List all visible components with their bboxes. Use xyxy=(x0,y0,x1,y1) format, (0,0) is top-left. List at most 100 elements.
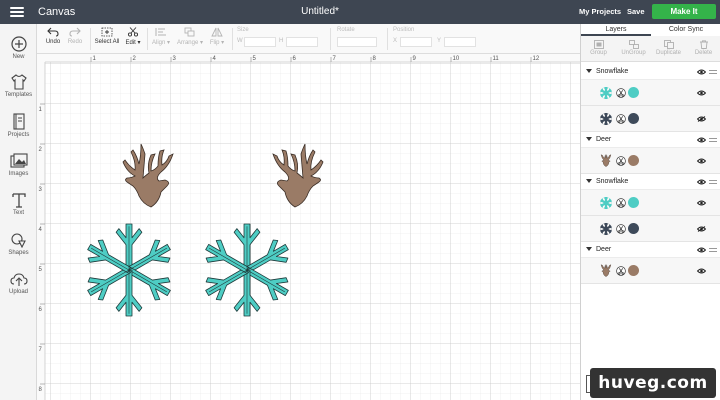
color-swatch[interactable] xyxy=(628,265,639,276)
eye-off-icon xyxy=(696,226,707,232)
layer-thumbnail xyxy=(599,112,613,128)
make-it-button[interactable]: Make It xyxy=(652,4,716,19)
redo-button[interactable]: Redo xyxy=(65,27,85,45)
caret-down-icon[interactable] xyxy=(586,179,592,183)
sidebar-item-new[interactable]: New xyxy=(0,36,37,60)
visibility-toggle[interactable] xyxy=(696,116,707,124)
visibility-toggle[interactable] xyxy=(696,247,707,255)
color-swatch[interactable] xyxy=(628,113,639,124)
drag-handle-icon[interactable] xyxy=(709,70,717,76)
deer-thumbnail xyxy=(600,264,612,277)
sidebar-item-text[interactable]: Text xyxy=(0,192,37,216)
sidebar-item-templates[interactable]: Templates xyxy=(0,74,37,98)
design-canvas[interactable]: 1 2 3 4 5 6 7 8 9 10 11 12 12345678 xyxy=(37,54,580,400)
left-sidebar: New Templates Projects Images Text Shape… xyxy=(0,24,37,400)
layer-row[interactable] xyxy=(581,80,720,106)
sidebar-item-shapes[interactable]: Shapes xyxy=(0,232,37,256)
visibility-toggle[interactable] xyxy=(696,200,707,208)
color-swatch[interactable] xyxy=(628,197,639,208)
tab-color-sync[interactable]: Color Sync xyxy=(651,24,720,36)
toolbar-divider xyxy=(387,28,388,50)
layer-row[interactable] xyxy=(581,148,720,174)
sidebar-item-projects[interactable]: Projects xyxy=(0,113,37,138)
size-height-input[interactable] xyxy=(286,37,318,47)
operation-cut[interactable] xyxy=(616,198,626,210)
rotate-label: Rotate xyxy=(337,27,355,33)
ungroup-button[interactable]: UnGroup xyxy=(616,40,651,56)
eye-icon xyxy=(696,90,707,96)
tab-layers[interactable]: Layers xyxy=(581,24,651,36)
align-menu-button[interactable]: Align ▾ xyxy=(150,27,172,46)
drag-handle-icon[interactable] xyxy=(709,248,717,254)
sidebar-item-upload[interactable]: Upload xyxy=(0,271,37,295)
rotate-input[interactable] xyxy=(337,37,377,47)
chevron-down-icon: ▾ xyxy=(165,40,171,46)
ruler-tick-label: 11 xyxy=(493,56,500,62)
operation-cut[interactable] xyxy=(616,114,626,126)
layer-row[interactable] xyxy=(581,216,720,242)
select-all-button[interactable]: Select All xyxy=(93,27,121,45)
cut-operation-icon xyxy=(616,198,626,208)
cut-operation-icon xyxy=(616,88,626,98)
size-width-input[interactable] xyxy=(244,37,276,47)
operation-cut[interactable] xyxy=(616,88,626,100)
save-button[interactable]: Save xyxy=(627,7,645,16)
cut-operation-icon xyxy=(616,114,626,124)
ungroup-icon xyxy=(628,40,639,49)
layer-group-row[interactable]: Snowflake xyxy=(581,174,720,190)
operation-cut[interactable] xyxy=(616,156,626,168)
layer-group-row[interactable]: Snowflake xyxy=(581,64,720,80)
color-swatch[interactable] xyxy=(628,155,639,166)
layer-thumbnail xyxy=(599,264,613,280)
operation-cut[interactable] xyxy=(616,266,626,278)
size-h-label: H xyxy=(279,38,284,44)
visibility-toggle[interactable] xyxy=(696,137,707,145)
position-x-input[interactable] xyxy=(400,37,432,47)
layer-row[interactable] xyxy=(581,106,720,132)
group-icon xyxy=(593,40,604,49)
layer-group-row[interactable]: Deer xyxy=(581,132,720,148)
operation-cut[interactable] xyxy=(616,224,626,236)
layer-thumbnail xyxy=(599,196,613,212)
visibility-toggle[interactable] xyxy=(696,179,707,187)
visibility-toggle[interactable] xyxy=(696,268,707,276)
document-title[interactable]: Untitled* xyxy=(0,6,640,17)
visibility-toggle[interactable] xyxy=(696,90,707,98)
eye-icon xyxy=(696,137,707,143)
toolbar-divider xyxy=(232,28,233,50)
delete-button[interactable]: Delete xyxy=(686,40,720,56)
caret-down-icon[interactable] xyxy=(586,247,592,251)
visibility-toggle[interactable] xyxy=(696,69,707,77)
sidebar-item-images[interactable]: Images xyxy=(0,153,37,177)
layer-row[interactable] xyxy=(581,190,720,216)
layer-group-row[interactable]: Deer xyxy=(581,242,720,258)
arrange-label: Arrange xyxy=(176,40,199,46)
caret-down-icon[interactable] xyxy=(586,69,592,73)
toolbar-divider xyxy=(147,28,148,50)
visibility-toggle[interactable] xyxy=(696,226,707,234)
eye-off-icon xyxy=(696,116,707,122)
color-swatch[interactable] xyxy=(628,87,639,98)
undo-button[interactable]: Undo xyxy=(43,27,63,45)
position-y-input[interactable] xyxy=(444,37,476,47)
drag-handle-icon[interactable] xyxy=(709,138,717,144)
color-swatch[interactable] xyxy=(628,223,639,234)
ungroup-label: UnGroup xyxy=(621,50,646,56)
size-label: Size xyxy=(237,27,249,33)
layer-row[interactable] xyxy=(581,258,720,284)
visibility-toggle[interactable] xyxy=(696,158,707,166)
images-icon xyxy=(9,153,28,168)
snowflake-thumbnail xyxy=(599,112,613,126)
trash-icon xyxy=(699,40,708,49)
flip-menu-button[interactable]: Flip ▾ xyxy=(207,27,227,46)
arrange-menu-button[interactable]: Arrange ▾ xyxy=(175,27,205,46)
edit-menu-button[interactable]: Edit ▾ xyxy=(123,27,143,46)
my-projects-link[interactable]: My Projects xyxy=(579,7,621,16)
group-button[interactable]: Group xyxy=(581,40,616,56)
group-label: Group xyxy=(590,50,607,56)
duplicate-button[interactable]: Duplicate xyxy=(651,40,686,56)
drag-handle-icon[interactable] xyxy=(709,180,717,186)
sidebar-item-label: New xyxy=(12,54,25,60)
layer-group-name: Deer xyxy=(596,246,612,253)
caret-down-icon[interactable] xyxy=(586,137,592,141)
